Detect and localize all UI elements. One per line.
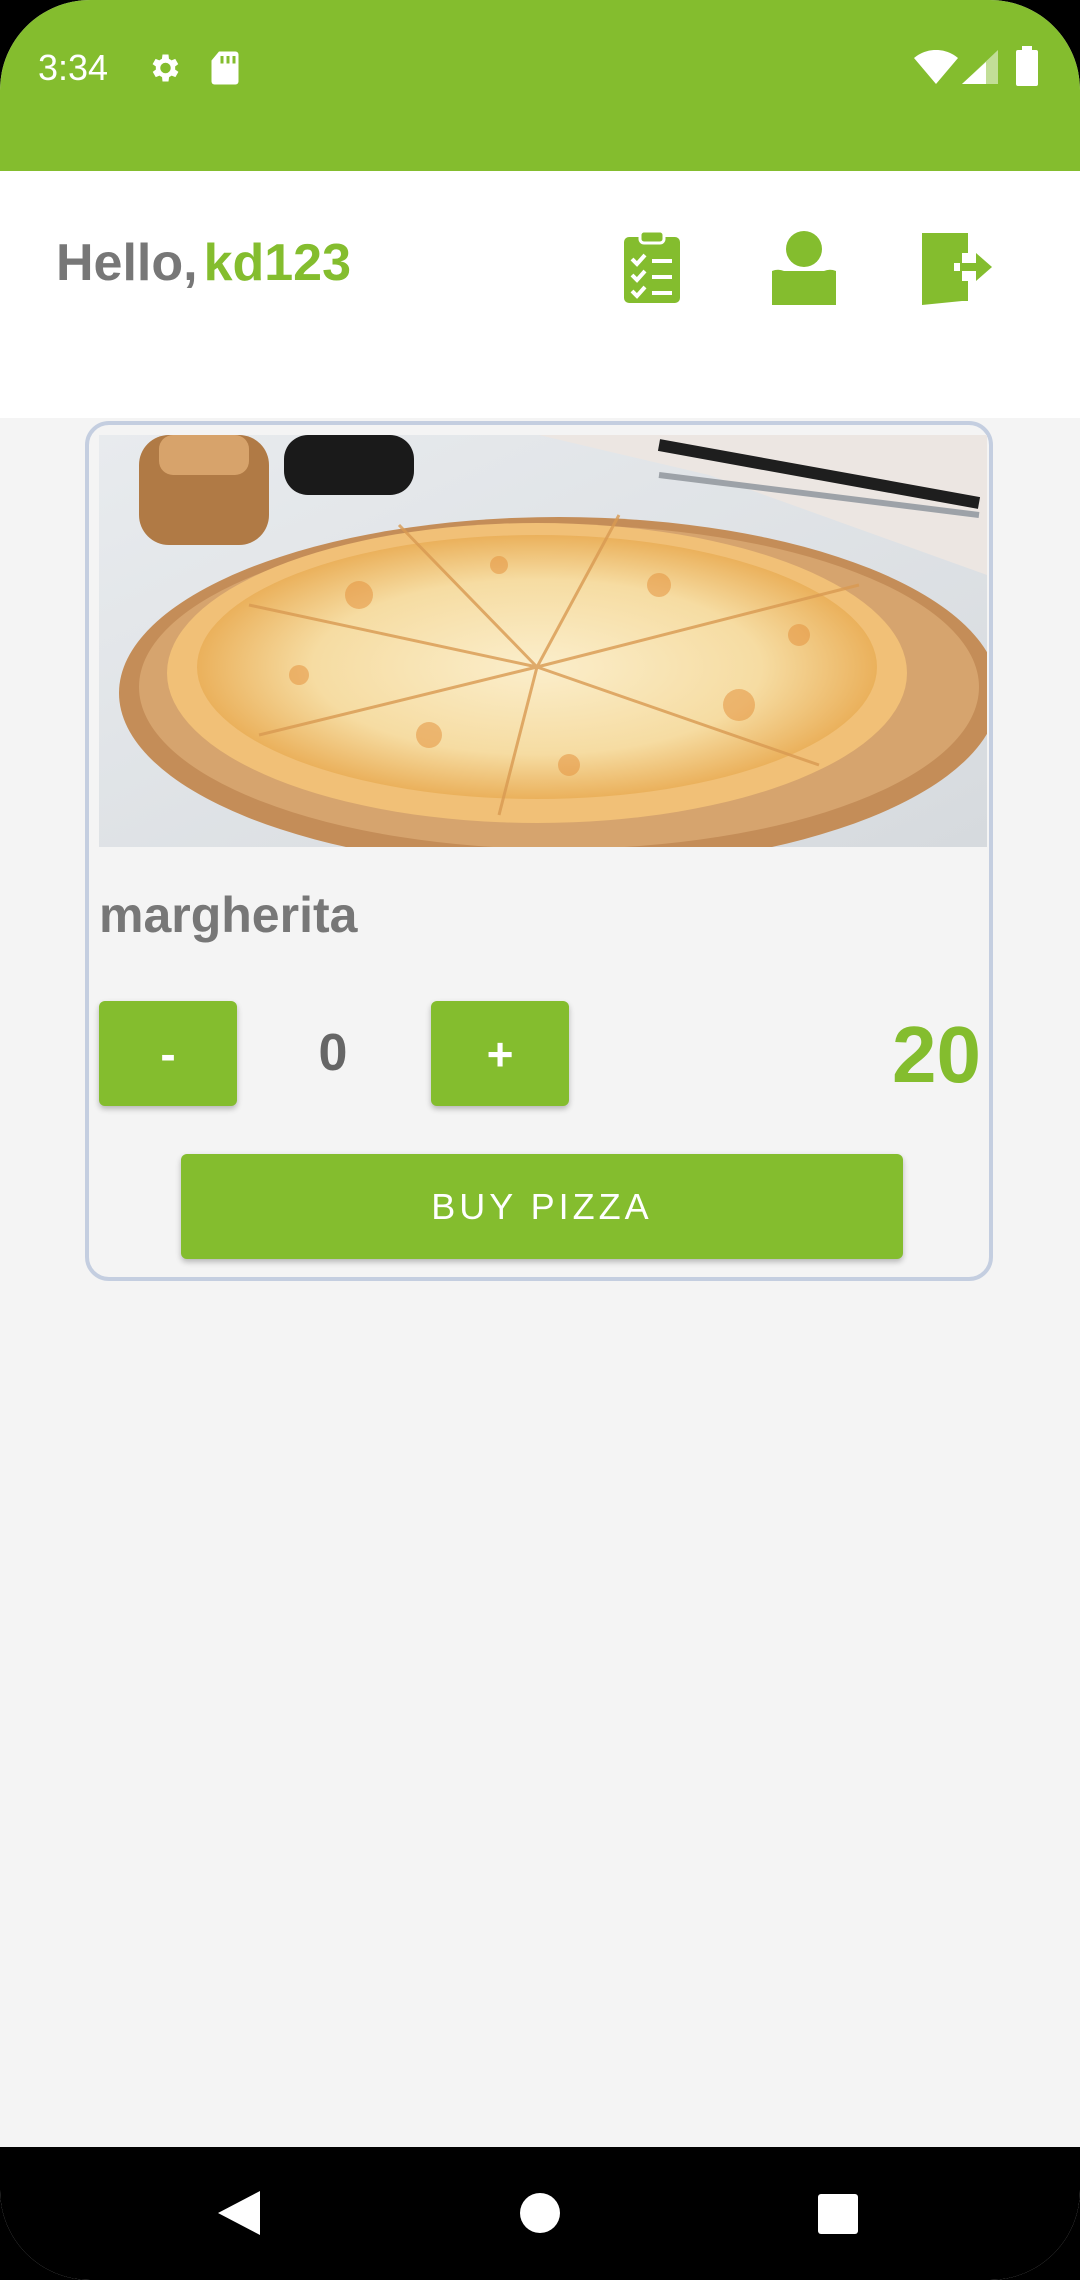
battery-icon bbox=[1016, 46, 1038, 86]
pizza-name: margherita bbox=[99, 887, 358, 943]
app-screen: 3:34 Hello, kd123 margherita - 0 + 20 BU… bbox=[0, 0, 1080, 2280]
status-bar: 3:34 bbox=[0, 0, 1080, 171]
signal-icon bbox=[962, 50, 998, 84]
orders-clipboard-icon[interactable] bbox=[622, 229, 682, 305]
increase-quantity-button[interactable]: + bbox=[431, 1001, 569, 1106]
pizza-image bbox=[99, 435, 987, 847]
buy-pizza-button[interactable]: BUY PIZZA bbox=[181, 1154, 903, 1259]
sd-card-icon bbox=[211, 51, 239, 85]
gear-icon bbox=[152, 54, 179, 82]
recents-icon[interactable] bbox=[817, 2193, 859, 2235]
greeting: Hello, kd123 bbox=[56, 233, 351, 293]
app-header: Hello, kd123 bbox=[0, 171, 1080, 418]
wifi-icon bbox=[914, 50, 958, 84]
profile-icon[interactable] bbox=[772, 229, 836, 305]
username: kd123 bbox=[203, 234, 352, 292]
decrease-quantity-button[interactable]: - bbox=[99, 1001, 237, 1106]
logout-icon[interactable] bbox=[918, 229, 994, 305]
status-time: 3:34 bbox=[38, 47, 109, 88]
pizza-price: 20 bbox=[892, 1010, 981, 1099]
pizza-card: margherita - 0 + 20 BUY PIZZA bbox=[85, 421, 993, 1281]
back-icon[interactable] bbox=[218, 2191, 260, 2235]
greeting-text: Hello, bbox=[56, 234, 198, 292]
quantity-value: 0 bbox=[318, 1024, 348, 1082]
home-icon[interactable] bbox=[519, 2192, 561, 2234]
system-nav-bar bbox=[0, 2147, 1080, 2280]
